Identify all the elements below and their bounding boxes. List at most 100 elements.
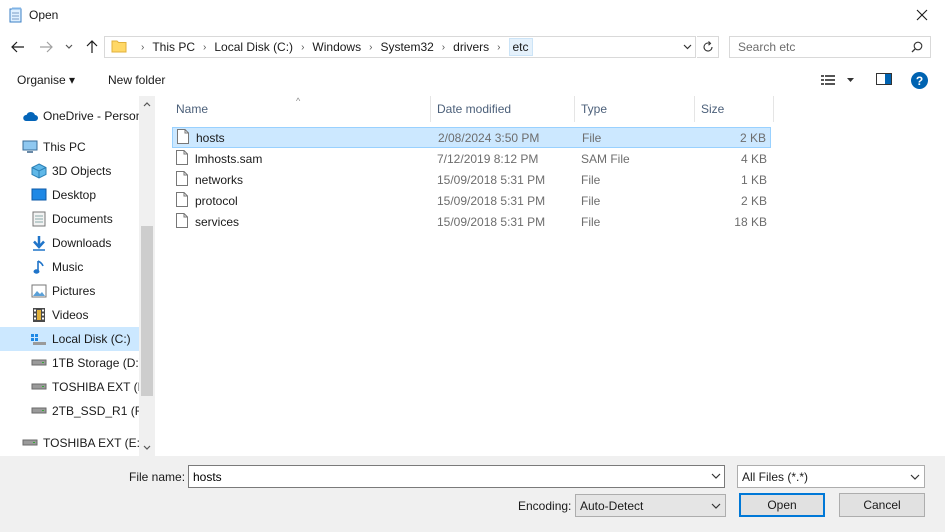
chevron-down-icon xyxy=(65,44,73,49)
search-icon xyxy=(911,41,923,56)
chevron-down-icon[interactable] xyxy=(711,470,721,485)
drive-icon xyxy=(31,403,47,419)
file-date: 15/09/2018 5:31 PM xyxy=(437,172,546,187)
file-name-combobox[interactable] xyxy=(188,465,725,488)
preview-pane-button[interactable] xyxy=(876,72,892,88)
encoding-value: Auto-Detect xyxy=(580,498,644,513)
breadcrumb: › This PC › Local Disk (C:) › Windows › … xyxy=(133,38,533,56)
downloads-icon xyxy=(31,235,47,251)
file-name: hosts xyxy=(196,130,225,145)
sidebar-item-onedrive[interactable]: OneDrive - Person xyxy=(0,104,140,128)
encoding-label: Encoding: xyxy=(518,499,572,513)
file-row-lmhosts[interactable]: lmhosts.sam 7/12/2019 8:12 PM SAM File 4… xyxy=(172,148,771,169)
chevron-down-icon xyxy=(683,44,691,50)
file-icon xyxy=(176,191,188,210)
sidebar-item-desktop[interactable]: Desktop xyxy=(0,183,140,207)
search-box[interactable] xyxy=(729,36,931,58)
breadcrumb-windows[interactable]: Windows xyxy=(312,40,361,54)
scroll-down-button[interactable] xyxy=(139,439,155,456)
file-type: File xyxy=(581,193,601,208)
file-row-hosts[interactable]: hosts 2/08/2024 3:50 PM File 2 KB xyxy=(172,127,771,148)
recent-locations-button[interactable] xyxy=(62,37,76,57)
file-size: 18 KB xyxy=(734,214,767,229)
file-type: File xyxy=(581,214,601,229)
file-size: 2 KB xyxy=(739,130,766,145)
file-name: networks xyxy=(195,172,244,187)
sidebar-item-this-pc[interactable]: This PC xyxy=(0,135,140,159)
sidebar-scrollbar[interactable] xyxy=(139,96,155,456)
sidebar-item-music[interactable]: Music xyxy=(0,255,140,279)
address-bar[interactable]: › This PC › Local Disk (C:) › Windows › … xyxy=(104,36,696,58)
sidebar-item-local-disk-c[interactable]: Local Disk (C:) xyxy=(0,327,140,351)
file-row-services[interactable]: services 15/09/2018 5:31 PM File 18 KB xyxy=(172,211,771,232)
file-name-label: File name: xyxy=(129,470,186,484)
arrow-left-icon xyxy=(11,41,24,53)
sidebar-item-1tb-storage[interactable]: 1TB Storage (D:) xyxy=(0,351,140,375)
file-row-protocol[interactable]: protocol 15/09/2018 5:31 PM File 2 KB xyxy=(172,190,771,211)
file-name: lmhosts.sam xyxy=(195,151,263,166)
this-pc-icon xyxy=(22,139,38,155)
search-input[interactable] xyxy=(738,37,908,57)
file-row-networks[interactable]: networks 15/09/2018 5:31 PM File 1 KB xyxy=(172,169,771,190)
sidebar-item-2tb-ssd[interactable]: 2TB_SSD_R1 (F:) xyxy=(0,399,140,423)
column-header-type[interactable]: Type xyxy=(565,96,695,122)
file-type: File xyxy=(582,130,602,145)
sidebar-item-videos[interactable]: Videos xyxy=(0,303,140,327)
close-icon xyxy=(916,9,928,21)
file-size: 1 KB xyxy=(740,172,767,187)
forward-button[interactable] xyxy=(36,37,56,57)
sidebar-item-3d-objects[interactable]: 3D Objects xyxy=(0,159,140,183)
folder-icon xyxy=(111,39,127,56)
arrow-up-icon xyxy=(86,40,98,53)
breadcrumb-system32[interactable]: System32 xyxy=(380,40,433,54)
local-disk-icon xyxy=(31,331,47,347)
refresh-button[interactable] xyxy=(697,36,719,58)
help-button[interactable]: ? xyxy=(911,72,928,89)
file-type-select[interactable]: All Files (*.*) xyxy=(737,465,925,488)
file-name-input[interactable] xyxy=(193,466,698,487)
scrollbar-thumb[interactable] xyxy=(141,226,153,396)
music-icon xyxy=(31,259,47,275)
organise-button[interactable]: Organise ▾ xyxy=(17,73,75,87)
file-date: 2/08/2024 3:50 PM xyxy=(438,130,540,145)
column-header-date[interactable]: Date modified xyxy=(421,96,575,122)
up-button[interactable] xyxy=(82,37,102,57)
window-title: Open xyxy=(29,8,59,22)
file-name: protocol xyxy=(195,193,238,208)
sidebar-item-pictures[interactable]: Pictures xyxy=(0,279,140,303)
cancel-button[interactable]: Cancel xyxy=(839,493,925,517)
details-view-icon xyxy=(821,75,854,85)
title-bar: Open xyxy=(0,0,945,30)
breadcrumb-this-pc[interactable]: This PC xyxy=(152,40,195,54)
change-view-button[interactable] xyxy=(821,72,857,88)
scroll-up-button[interactable] xyxy=(139,96,155,113)
onedrive-cloud-icon xyxy=(22,108,38,124)
close-button[interactable] xyxy=(899,0,945,30)
3d-objects-icon xyxy=(31,163,47,179)
address-dropdown-button[interactable] xyxy=(678,36,696,58)
drive-icon xyxy=(31,379,47,395)
file-icon xyxy=(176,149,188,168)
file-type-value: All Files (*.*) xyxy=(742,469,809,484)
sidebar-item-toshiba-ext-root[interactable]: TOSHIBA EXT (E:) xyxy=(0,431,140,455)
new-folder-button[interactable]: New folder xyxy=(108,73,165,87)
breadcrumb-drivers[interactable]: drivers xyxy=(453,40,489,54)
sidebar-item-documents[interactable]: Documents xyxy=(0,207,140,231)
chevron-down-icon xyxy=(143,445,151,450)
open-button[interactable]: Open xyxy=(739,493,825,517)
encoding-select[interactable]: Auto-Detect xyxy=(575,494,726,517)
file-date: 7/12/2019 8:12 PM xyxy=(437,151,539,166)
desktop-icon xyxy=(31,187,47,203)
sidebar-item-downloads[interactable]: Downloads xyxy=(0,231,140,255)
breadcrumb-local-disk[interactable]: Local Disk (C:) xyxy=(214,40,293,54)
breadcrumb-etc[interactable]: etc xyxy=(508,38,533,56)
sidebar-item-toshiba-ext[interactable]: TOSHIBA EXT (E:) xyxy=(0,375,140,399)
back-button[interactable] xyxy=(8,37,28,57)
column-header-size[interactable]: Size xyxy=(685,96,774,122)
chevron-up-icon xyxy=(143,102,151,107)
drive-icon xyxy=(31,355,47,371)
chevron-down-icon xyxy=(910,471,920,486)
preview-pane-icon xyxy=(876,73,892,85)
question-icon: ? xyxy=(915,73,924,88)
videos-icon xyxy=(31,307,47,323)
